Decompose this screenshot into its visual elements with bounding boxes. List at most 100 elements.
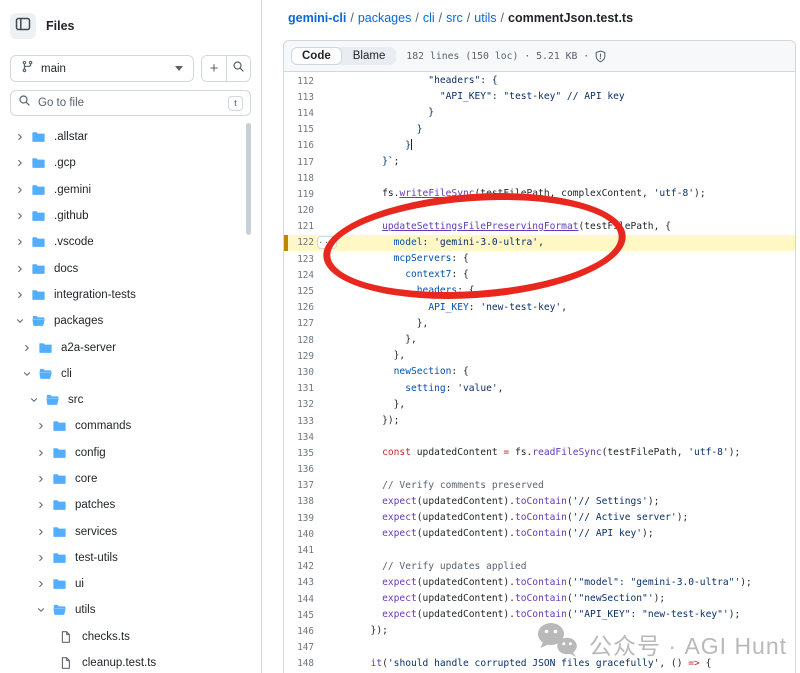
line-number[interactable]: 124 xyxy=(284,270,314,281)
tab-code[interactable]: Code xyxy=(291,47,342,65)
line-number[interactable]: 139 xyxy=(284,513,314,524)
tree-item--gemini[interactable]: .gemini xyxy=(0,177,261,203)
tree-item-src[interactable]: src xyxy=(0,387,261,413)
line-number[interactable]: 113 xyxy=(284,92,314,103)
shield-icon[interactable] xyxy=(594,50,607,63)
line-number[interactable]: 142 xyxy=(284,561,314,572)
branch-name: main xyxy=(41,63,168,75)
line-number[interactable]: 118 xyxy=(284,173,314,184)
tree-item-packages[interactable]: packages xyxy=(0,308,261,334)
new-file-button[interactable]: + xyxy=(202,56,226,81)
chevron-down-icon xyxy=(26,395,42,405)
line-number[interactable]: 132 xyxy=(284,399,314,410)
line-number[interactable]: 146 xyxy=(284,626,314,637)
code-text: }, xyxy=(359,316,428,332)
tree-item-docs[interactable]: docs xyxy=(0,255,261,281)
line-number[interactable]: 114 xyxy=(284,108,314,119)
line-number[interactable]: 122 xyxy=(284,237,314,248)
line-number[interactable]: 123 xyxy=(284,254,314,265)
line-number[interactable]: 116 xyxy=(284,140,314,151)
breadcrumb-segment-utils[interactable]: utils xyxy=(474,11,496,25)
folder-icon xyxy=(52,551,67,565)
line-number[interactable]: 117 xyxy=(284,157,314,168)
breadcrumb-separator: / xyxy=(346,11,357,25)
line-number[interactable]: 119 xyxy=(284,189,314,200)
code-line: 118 xyxy=(284,170,795,186)
line-number[interactable]: 143 xyxy=(284,577,314,588)
code-text: }); xyxy=(359,413,399,429)
tree-item-label: patches xyxy=(75,499,115,511)
code-line: 119 fs.writeFileSync(testFilePath, compl… xyxy=(284,186,795,202)
breadcrumb-segment-cli[interactable]: cli xyxy=(423,11,435,25)
tree-item-core[interactable]: core xyxy=(0,466,261,492)
code-line: 116 } xyxy=(284,138,795,154)
line-number[interactable]: 145 xyxy=(284,610,314,621)
line-number[interactable]: 112 xyxy=(284,76,314,87)
tree-item--gcp[interactable]: .gcp xyxy=(0,150,261,176)
folder-open-icon xyxy=(38,367,53,381)
text-cursor xyxy=(411,139,412,150)
folder-open-icon xyxy=(52,603,67,617)
code-line: 142 // Verify updates applied xyxy=(284,559,795,575)
line-number[interactable]: 127 xyxy=(284,318,314,329)
line-number[interactable]: 128 xyxy=(284,335,314,346)
collapse-sidebar-button[interactable] xyxy=(10,13,36,39)
sidebar-panel-icon xyxy=(15,16,31,37)
line-number[interactable]: 115 xyxy=(284,124,314,135)
tree-item-config[interactable]: config xyxy=(0,440,261,466)
file-tree-sidebar: Files main + xyxy=(0,0,262,673)
folder-open-icon xyxy=(31,314,46,328)
line-number[interactable]: 133 xyxy=(284,416,314,427)
tree-item-utils[interactable]: utils xyxy=(0,597,261,623)
breadcrumb-segment-packages[interactable]: packages xyxy=(358,11,412,25)
line-number[interactable]: 121 xyxy=(284,221,314,232)
tree-item--github[interactable]: .github xyxy=(0,203,261,229)
line-number[interactable]: 129 xyxy=(284,351,314,362)
search-tree-button[interactable] xyxy=(226,56,250,81)
tree-item-services[interactable]: services xyxy=(0,518,261,544)
line-number[interactable]: 137 xyxy=(284,480,314,491)
tree-item-cleanup-test-ts[interactable]: cleanup.test.ts xyxy=(0,650,261,673)
tree-item-ui[interactable]: ui xyxy=(0,571,261,597)
tree-item--allstar[interactable]: .allstar xyxy=(0,124,261,150)
line-number[interactable]: 140 xyxy=(284,529,314,540)
line-number[interactable]: 134 xyxy=(284,432,314,443)
branch-selector[interactable]: main xyxy=(10,55,194,82)
sidebar-header: Files xyxy=(0,0,261,39)
line-number[interactable]: 147 xyxy=(284,642,314,653)
tree-item--vscode[interactable]: .vscode xyxy=(0,229,261,255)
chevron-right-icon xyxy=(33,474,49,484)
line-number[interactable]: 131 xyxy=(284,383,314,394)
line-number[interactable]: 125 xyxy=(284,286,314,297)
tree-item-label: .github xyxy=(54,210,89,222)
folder-icon xyxy=(31,209,46,223)
chevron-right-icon xyxy=(12,264,28,274)
line-number[interactable]: 120 xyxy=(284,205,314,216)
code-text: API_KEY: 'new-test-key', xyxy=(359,300,567,316)
tree-item-label: a2a-server xyxy=(61,342,116,354)
tree-item-a2a-server[interactable]: a2a-server xyxy=(0,334,261,360)
code-text: expect(updatedContent).toContain('"model… xyxy=(359,575,752,591)
tree-item-patches[interactable]: patches xyxy=(0,492,261,518)
breadcrumb-segment-src[interactable]: src xyxy=(446,11,463,25)
tree-item-test-utils[interactable]: test-utils xyxy=(0,545,261,571)
tab-blame[interactable]: Blame xyxy=(342,47,397,65)
tree-item-commands[interactable]: commands xyxy=(0,413,261,439)
sidebar-scrollbar-thumb[interactable] xyxy=(246,123,251,235)
line-number[interactable]: 141 xyxy=(284,545,314,556)
line-options-button[interactable]: ··· xyxy=(317,236,337,249)
chevron-right-icon xyxy=(33,421,49,431)
line-number[interactable]: 144 xyxy=(284,594,314,605)
go-to-file-input[interactable]: Go to file t xyxy=(10,90,251,116)
breadcrumb-segment-gemini-cli[interactable]: gemini-cli xyxy=(288,11,346,25)
tree-item-checks-ts[interactable]: checks.ts xyxy=(0,624,261,650)
line-number[interactable]: 126 xyxy=(284,302,314,313)
tree-item-integration-tests[interactable]: integration-tests xyxy=(0,282,261,308)
code-text: expect(updatedContent).toContain('"newSe… xyxy=(359,591,665,607)
line-number[interactable]: 138 xyxy=(284,496,314,507)
line-number[interactable]: 130 xyxy=(284,367,314,378)
line-number[interactable]: 148 xyxy=(284,658,314,669)
tree-item-cli[interactable]: cli xyxy=(0,361,261,387)
line-number[interactable]: 136 xyxy=(284,464,314,475)
line-number[interactable]: 135 xyxy=(284,448,314,459)
